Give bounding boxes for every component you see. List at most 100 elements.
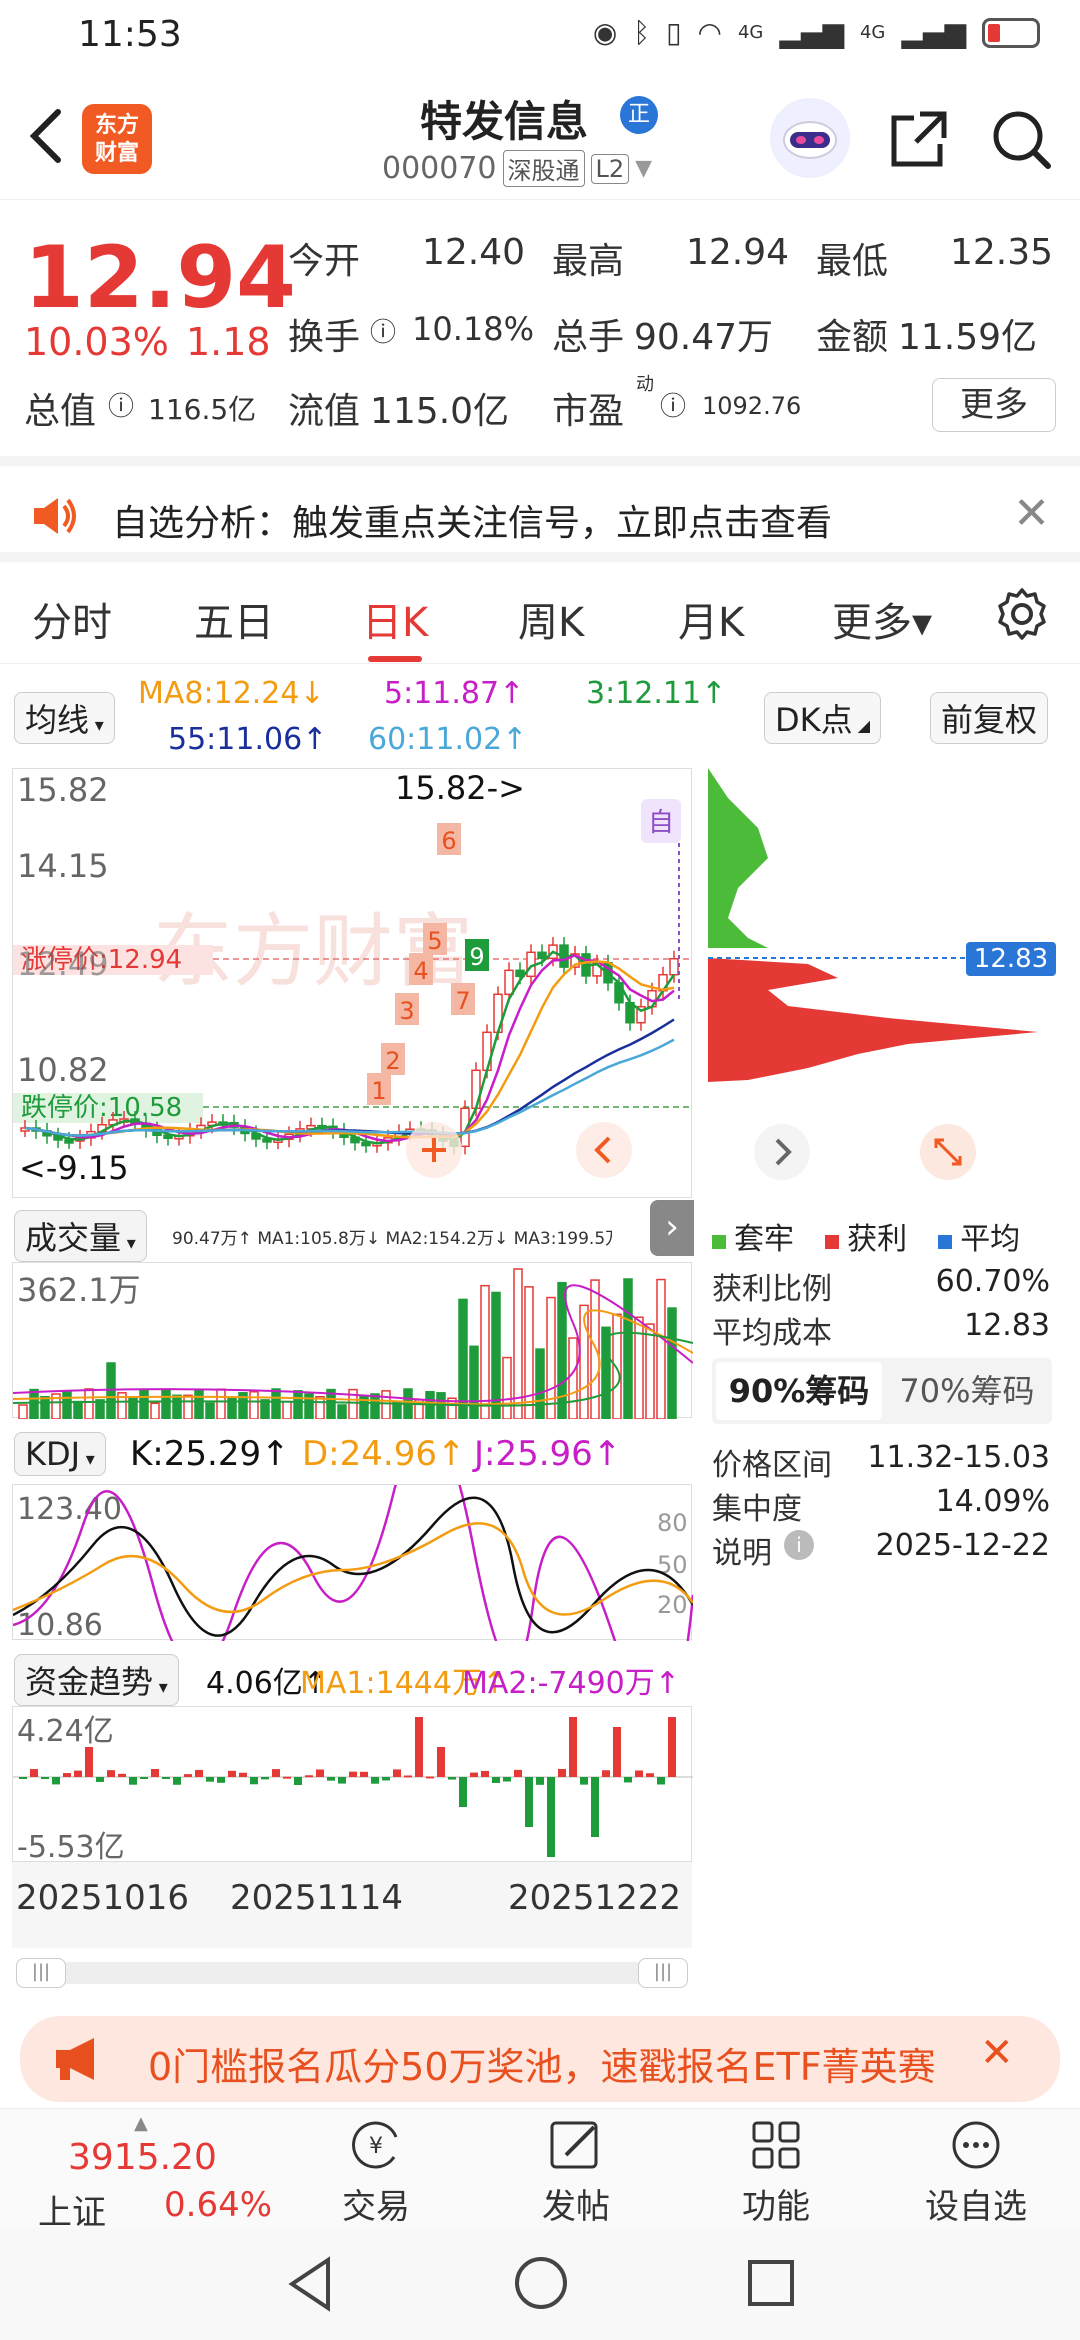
kdj-chart[interactable]: 123.40 10.86 80 50 20 (12, 1424, 695, 1718)
fund-bar (118, 1773, 126, 1777)
volume-bar (139, 1388, 149, 1420)
fund-bar (96, 1777, 104, 1782)
kdj-j: J:25.96↑ (474, 1434, 622, 1474)
fund-bar (536, 1777, 544, 1785)
info-icon[interactable]: i (784, 1530, 814, 1560)
fund-bar (459, 1777, 467, 1807)
fund-chart[interactable]: 4.24亿 -5.53亿 (12, 1706, 693, 1865)
chip-chart[interactable]: 12.83 (708, 768, 1060, 1198)
chevron-down-icon: ▾ (153, 1677, 168, 1698)
fq-button[interactable]: 前复权 (930, 692, 1049, 744)
tab-zhouk[interactable]: 周K (518, 590, 584, 648)
fund-bar (426, 1776, 434, 1779)
fund-selector[interactable]: 资金趋势 ▾ (14, 1654, 179, 1706)
float-label: 流值 (288, 391, 361, 432)
volume-bar (194, 1389, 204, 1420)
expand-icon[interactable] (918, 1122, 978, 1182)
chevron-down-icon: ▾ (89, 715, 104, 736)
ma-selector[interactable]: 均线 ▾ (14, 692, 115, 744)
fund-bar (569, 1717, 577, 1777)
kdj-selector-label: KDJ (25, 1435, 81, 1473)
nav-trade[interactable]: ¥ 交易 (306, 2109, 446, 2228)
avg-cost-label: 平均成本 (712, 1316, 832, 1351)
kdj-lv80: 80 (657, 1509, 688, 1537)
volume-bar (524, 1286, 534, 1420)
fund-bar (19, 1777, 27, 1779)
kdj-selector[interactable]: KDJ ▾ (14, 1432, 106, 1476)
volume-y-max: 362.1万 (17, 1271, 141, 1309)
range-handle-left[interactable]: ||| (16, 1958, 66, 1988)
range-scrollbar[interactable]: ||| ||| (16, 1958, 688, 1988)
analysis-alert[interactable]: 自选分析：触发重点关注信号，立即点击查看 ✕ (0, 456, 1080, 562)
gear-icon[interactable] (994, 586, 1050, 642)
volume-bar (249, 1391, 259, 1420)
nav-post[interactable]: 发帖 (506, 2109, 646, 2228)
tab-chip-90[interactable]: 90%筹码 (716, 1362, 882, 1420)
close-icon[interactable]: ✕ (980, 2030, 1014, 2076)
amount-value: 11.59亿 (898, 317, 1038, 358)
nav-watchlist[interactable]: 设自选 (906, 2109, 1046, 2228)
nav-function[interactable]: 功能 (706, 2109, 846, 2228)
info-icon[interactable]: ⓘ (660, 386, 686, 423)
kdj-k: K:25.29↑ (130, 1434, 290, 1474)
home-circle-icon[interactable] (512, 2254, 570, 2312)
index-name[interactable]: 上证 (38, 2185, 106, 2234)
fund-bar (657, 1777, 665, 1785)
index-change[interactable]: 0.64% (164, 2185, 272, 2225)
concentration-value: 14.09% (935, 1484, 1050, 1519)
index-value[interactable]: 3915.20 (68, 2137, 217, 2178)
turnover-label: 换手 (288, 317, 361, 358)
app-logo[interactable]: 东方 财富 (82, 104, 152, 174)
signal-tag: 7 (455, 987, 470, 1015)
tab-rik[interactable]: 日K (362, 590, 428, 662)
more-button[interactable]: 更多 (932, 378, 1056, 432)
system-nav (0, 2228, 1080, 2340)
fund-bar (514, 1769, 522, 1777)
volume-bar (73, 1400, 83, 1420)
back-icon[interactable] (26, 106, 66, 166)
tab-wuri[interactable]: 五日 (194, 590, 274, 648)
volume-chart[interactable]: 362.1万 (12, 1262, 694, 1420)
share-icon[interactable] (884, 104, 954, 174)
tab-chip-70[interactable]: 70%筹码 (884, 1362, 1050, 1420)
fund-bar (668, 1717, 676, 1777)
chevron-left-icon[interactable] (574, 1120, 634, 1180)
recents-square-icon[interactable] (744, 2256, 798, 2310)
nav-function-label: 功能 (742, 2187, 810, 2227)
fund-bar (151, 1769, 159, 1777)
tab-more[interactable]: 更多▾ (832, 590, 932, 648)
search-icon[interactable] (986, 104, 1056, 174)
eye-icon: ◉ (592, 16, 618, 49)
dk-button[interactable]: DK点 ◢ (764, 692, 882, 744)
volume-selector[interactable]: 成交量 ▾ (14, 1210, 147, 1262)
range-handle-right[interactable]: ||| (638, 1958, 688, 1988)
fund-bar (547, 1777, 555, 1857)
fund-bar (52, 1777, 60, 1785)
fund-bar (349, 1771, 357, 1777)
legend-swatch-avg (938, 1235, 953, 1249)
stock-code-line[interactable]: 000070 深股通 L2 ▼ (382, 150, 652, 187)
plus-icon[interactable] (404, 1120, 464, 1180)
nav-post-label: 发帖 (542, 2187, 610, 2227)
bluetooth-icon: ᛒ (633, 16, 651, 49)
tab-yuek[interactable]: 月K (678, 590, 744, 648)
logo-text-1: 东方 (94, 113, 139, 138)
wifi-icon: ◠ (697, 16, 722, 49)
tab-fenshi[interactable]: 分时 (32, 590, 112, 648)
fund-bar (316, 1769, 324, 1777)
close-icon[interactable]: ✕ (1013, 488, 1050, 539)
ai-assistant-icon[interactable] (770, 98, 850, 178)
back-triangle-icon[interactable] (284, 2254, 338, 2314)
auto-tag[interactable]: 自 (648, 808, 674, 838)
signal-icon: 4G (737, 22, 764, 43)
nav-trade-label: 交易 (342, 2187, 410, 2227)
chevron-right-icon[interactable] (752, 1122, 812, 1182)
stock-code: 000070 (382, 151, 497, 186)
info-icon[interactable]: ⓘ (108, 386, 134, 423)
promo-banner[interactable]: 0门槛报名瓜分50万奖池，速戳报名ETF菁英赛 ✕ (20, 2016, 1060, 2102)
fund-bar (206, 1777, 214, 1782)
expand-panel-icon[interactable]: › (650, 1200, 694, 1256)
info-icon[interactable]: ⓘ (370, 312, 396, 349)
status-time: 11:53 (78, 14, 182, 55)
volume-bar (29, 1388, 39, 1420)
